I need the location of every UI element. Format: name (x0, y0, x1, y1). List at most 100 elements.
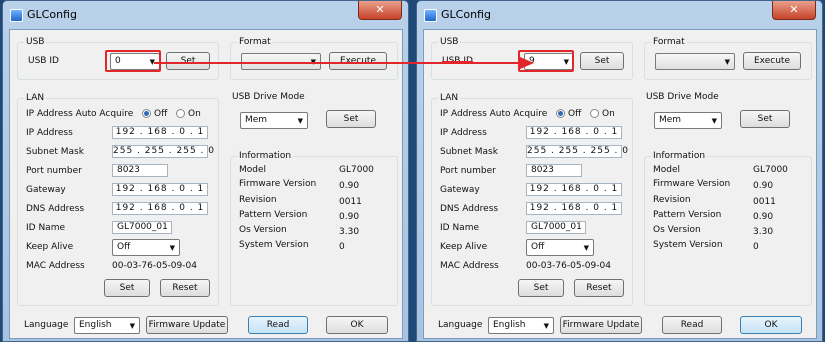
close-button[interactable]: ✕ (358, 1, 402, 20)
port-number-label: Port number (440, 166, 496, 176)
mac-address-label: MAC Address (26, 261, 85, 271)
subnet-mask-field[interactable]: 255 . 255 . 255 . 0 (526, 145, 628, 158)
ip-address-label: IP Address (440, 128, 487, 138)
read-button[interactable]: Read (248, 316, 308, 334)
info-value: GL7000 (339, 165, 374, 175)
language-select[interactable]: English ▼ (74, 317, 140, 334)
port-number-field[interactable]: 8023 (526, 164, 582, 177)
glconfig-window-left: GLConfig ✕ USB USB ID 0▼ Set Format ▼ Ex… (2, 0, 409, 342)
mac-address-value: 00-03-76-05-09-04 (112, 261, 197, 271)
info-value: GL7000 (753, 165, 788, 175)
info-value: 0011 (339, 197, 362, 207)
ok-button[interactable]: OK (740, 316, 802, 334)
chevron-down-icon: ▼ (724, 58, 730, 66)
off-label: Off (568, 109, 582, 119)
title-bar[interactable]: GLConfig ✕ (3, 1, 408, 29)
glconfig-window-right: GLConfig ✕ USB USB ID 9▼ Set Format ▼ Ex… (416, 0, 823, 342)
keep-alive-label: Keep Alive (26, 242, 74, 252)
lan-reset-button[interactable]: Reset (160, 279, 210, 297)
read-button[interactable]: Read (662, 316, 722, 334)
port-number-label: Port number (26, 166, 82, 176)
lan-set-button[interactable]: Set (518, 279, 564, 297)
subnet-mask-label: Subnet Mask (440, 147, 498, 157)
info-key: Pattern Version (239, 210, 308, 220)
language-label: Language (24, 320, 69, 330)
dns-address-label: DNS Address (440, 204, 499, 214)
dns-address-field[interactable]: 192 . 168 . 0 . 1 (112, 202, 208, 215)
subnet-mask-field[interactable]: 255 . 255 . 255 . 0 (112, 145, 214, 158)
usb-id-label: USB ID (28, 56, 59, 66)
info-value: 3.30 (339, 227, 360, 237)
auto-acquire-label: IP Address Auto Acquire (440, 109, 548, 119)
lan-set-button[interactable]: Set (104, 279, 150, 297)
usb-drive-mode-group: USB Drive Mode Mem ▼ Set (644, 92, 810, 138)
on-label: On (188, 109, 201, 119)
format-group-label: Format (237, 37, 273, 47)
info-value: 3.30 (753, 227, 774, 237)
info-value: 0 (339, 242, 345, 252)
gateway-field[interactable]: 192 . 168 . 0 . 1 (526, 183, 622, 196)
arrow-head-icon (520, 57, 534, 69)
keep-alive-select[interactable]: Off ▼ (112, 239, 180, 256)
format-select[interactable]: ▼ (655, 53, 735, 70)
ok-button[interactable]: OK (326, 316, 388, 334)
drive-mode-select[interactable]: Mem ▼ (654, 112, 722, 129)
usb-id-highlight-left (105, 50, 161, 72)
chevron-down-icon: ▼ (711, 117, 717, 125)
format-group-label: Format (651, 37, 687, 47)
gateway-field[interactable]: 192 . 168 . 0 . 1 (112, 183, 208, 196)
subnet-mask-label: Subnet Mask (26, 147, 84, 157)
information-group: Information Model GL7000 Firmware Versio… (644, 151, 812, 306)
ip-address-field[interactable]: 192 . 168 . 0 . 1 (526, 126, 622, 139)
chevron-down-icon: ▼ (583, 244, 589, 252)
firmware-update-button[interactable]: Firmware Update (560, 316, 642, 334)
language-label: Language (438, 320, 483, 330)
information-group-label: Information (237, 151, 294, 161)
info-value: 0.90 (339, 212, 360, 222)
ip-address-field[interactable]: 192 . 168 . 0 . 1 (112, 126, 208, 139)
chevron-down-icon: ▼ (543, 322, 549, 330)
usb-set-button[interactable]: Set (580, 52, 624, 70)
auto-acquire-off-radio[interactable] (556, 109, 565, 118)
info-key: Model (653, 165, 681, 175)
info-value: 0.90 (753, 181, 774, 191)
drive-mode-set-button[interactable]: Set (326, 110, 376, 128)
auto-acquire-label: IP Address Auto Acquire (26, 109, 134, 119)
lan-group: LAN IP Address Auto Acquire Off On IP Ad… (17, 93, 219, 306)
client-area: USB USB ID 9▼ Set Format ▼ Execute LAN I… (423, 29, 817, 339)
info-key: Firmware Version (239, 179, 317, 189)
id-name-label: ID Name (26, 223, 65, 233)
dns-address-field[interactable]: 192 . 168 . 0 . 1 (526, 202, 622, 215)
usb-drive-mode-label: USB Drive Mode (230, 92, 307, 102)
auto-acquire-on-radio[interactable] (176, 109, 185, 118)
language-select[interactable]: English ▼ (488, 317, 554, 334)
close-button[interactable]: ✕ (772, 1, 816, 20)
chevron-down-icon: ▼ (297, 117, 303, 125)
chevron-down-icon: ▼ (169, 244, 175, 252)
chevron-down-icon: ▼ (129, 322, 135, 330)
keep-alive-label: Keep Alive (440, 242, 488, 252)
app-icon (424, 9, 437, 22)
lan-reset-button[interactable]: Reset (574, 279, 624, 297)
info-key: Revision (653, 195, 691, 205)
auto-acquire-on-radio[interactable] (590, 109, 599, 118)
keep-alive-select[interactable]: Off ▼ (526, 239, 594, 256)
window-title: GLConfig (441, 8, 491, 21)
id-name-field[interactable]: GL7000_01 (526, 221, 586, 234)
annotation-arrow (154, 57, 534, 69)
info-key: Revision (239, 195, 277, 205)
id-name-label: ID Name (440, 223, 479, 233)
drive-mode-select[interactable]: Mem ▼ (240, 112, 308, 129)
auto-acquire-off-radio[interactable] (142, 109, 151, 118)
title-bar[interactable]: GLConfig ✕ (417, 1, 822, 29)
info-key: System Version (239, 240, 309, 250)
firmware-update-button[interactable]: Firmware Update (146, 316, 228, 334)
info-value: 0 (753, 242, 759, 252)
information-group-label: Information (651, 151, 708, 161)
gateway-label: Gateway (440, 185, 480, 195)
info-key: Firmware Version (653, 179, 731, 189)
port-number-field[interactable]: 8023 (112, 164, 168, 177)
execute-button[interactable]: Execute (743, 52, 801, 70)
id-name-field[interactable]: GL7000_01 (112, 221, 172, 234)
drive-mode-set-button[interactable]: Set (740, 110, 790, 128)
